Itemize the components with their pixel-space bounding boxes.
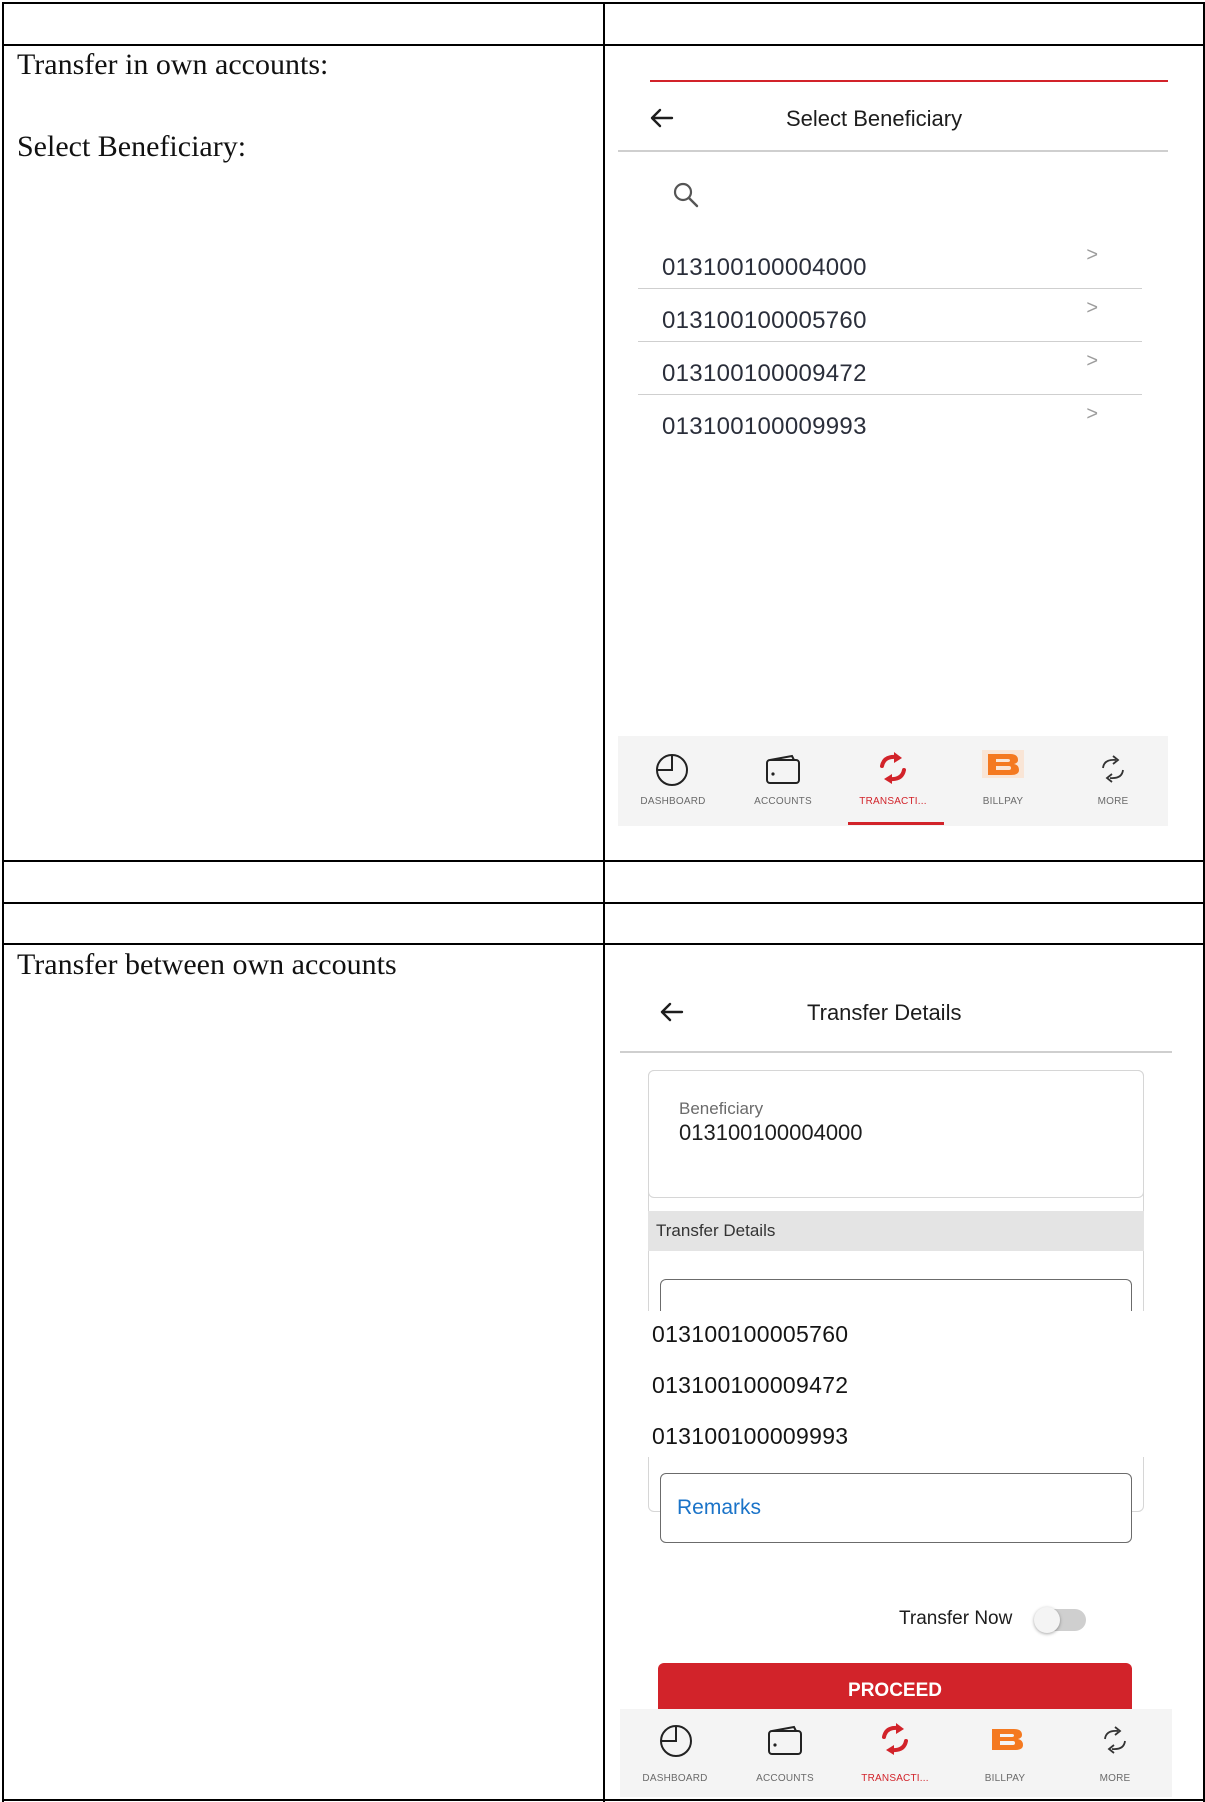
- nav-billpay[interactable]: BILLPAY: [950, 1709, 1060, 1797]
- section-label: Transfer Details: [656, 1221, 776, 1240]
- page-title: Transfer Details: [807, 1000, 962, 1025]
- remarks-field[interactable]: Remarks: [660, 1473, 1132, 1543]
- back-arrow-icon[interactable]: [648, 105, 674, 131]
- more-arrows-icon: [1102, 755, 1124, 783]
- account-number: 013100100009472: [662, 360, 867, 387]
- beneficiary-row[interactable]: 013100100004000 >: [638, 236, 1142, 289]
- billpay-b-logo: [992, 1729, 1023, 1750]
- beneficiary-row[interactable]: 013100100009993 >: [638, 395, 1142, 447]
- nav-label: TRANSACTI...: [861, 1773, 929, 1784]
- transfer-details-screen: Transfer Details Beneficiary 01310010000…: [620, 975, 1172, 1797]
- page-title: Select Beneficiary: [786, 106, 963, 131]
- beneficiary-row[interactable]: 013100100005760 >: [638, 289, 1142, 342]
- remarks-placeholder: Remarks: [677, 1496, 762, 1519]
- nav-label: TRANSACTI...: [859, 796, 927, 807]
- section-heading-between-accounts: Transfer between own accounts: [17, 948, 397, 981]
- account-number: 013100100005760: [662, 307, 867, 334]
- nav-label: MORE: [1097, 796, 1129, 807]
- account-dropdown-list: 013100100005760 013100100009472 01310010…: [640, 1311, 1160, 1457]
- nav-label: ACCOUNTS: [754, 796, 812, 807]
- nav-more[interactable]: MORE: [1058, 736, 1168, 826]
- dashboard-pie-icon: [656, 754, 688, 786]
- nav-billpay[interactable]: BILLPAY: [948, 736, 1058, 826]
- section-heading-own-accounts: Transfer in own accounts:: [17, 48, 329, 81]
- dropdown-option[interactable]: 013100100009472: [652, 1372, 848, 1399]
- transfer-arrows-icon: [880, 752, 906, 784]
- dropdown-option[interactable]: 013100100005760: [652, 1321, 848, 1348]
- transfer-details-section-bar: Transfer Details: [648, 1211, 1144, 1251]
- nav-label: ACCOUNTS: [756, 1773, 814, 1784]
- nav-label: BILLPAY: [982, 796, 1024, 807]
- transfer-arrows-icon: [882, 1723, 908, 1755]
- proceed-label: PROCEED: [848, 1680, 942, 1701]
- nav-dashboard[interactable]: DASHBOARD: [618, 736, 728, 826]
- wallet-icon: [766, 754, 800, 784]
- active-tab-indicator: [848, 822, 944, 825]
- nav-label: MORE: [1099, 1773, 1131, 1784]
- nav-label: DASHBOARD: [640, 796, 706, 807]
- nav-label: BILLPAY: [984, 1773, 1026, 1784]
- beneficiary-row[interactable]: 013100100009472 >: [638, 342, 1142, 395]
- section-subheading-select-beneficiary: Select Beneficiary:: [17, 130, 247, 163]
- select-beneficiary-screen: Select Beneficiary 013100100004000 > 013…: [618, 78, 1168, 828]
- nav-accounts[interactable]: ACCOUNTS: [728, 736, 838, 826]
- toggle-knob: [1034, 1607, 1060, 1633]
- dropdown-option[interactable]: 013100100009993: [652, 1423, 848, 1450]
- account-number: 013100100004000: [662, 254, 867, 281]
- beneficiary-label: Beneficiary: [679, 1099, 764, 1118]
- bottom-navigation: DASHBOARD ACCOUNTS TRANSACTI... BILLPAY …: [620, 1709, 1172, 1797]
- nav-accounts[interactable]: ACCOUNTS: [730, 1709, 840, 1797]
- wallet-icon: [768, 1725, 802, 1755]
- account-number: 013100100009993: [662, 413, 867, 440]
- nav-transactions[interactable]: TRANSACTI...: [840, 1709, 950, 1797]
- search-icon[interactable]: [672, 181, 700, 209]
- more-arrows-icon: [1104, 1726, 1126, 1754]
- nav-label: DASHBOARD: [642, 1773, 708, 1784]
- chevron-right-icon: >: [1086, 403, 1098, 425]
- chevron-right-icon: >: [1086, 244, 1098, 266]
- top-accent-line: [650, 80, 1168, 82]
- nav-more[interactable]: MORE: [1060, 1709, 1170, 1797]
- billpay-b-logo: [982, 750, 1024, 778]
- transfer-now-label: Transfer Now: [899, 1608, 1013, 1629]
- chevron-right-icon: >: [1086, 297, 1098, 319]
- dashboard-pie-icon: [660, 1725, 692, 1757]
- proceed-button[interactable]: PROCEED: [658, 1663, 1132, 1709]
- beneficiary-value: 013100100004000: [679, 1120, 863, 1145]
- nav-dashboard[interactable]: DASHBOARD: [620, 1709, 730, 1797]
- header-divider: [620, 1051, 1172, 1053]
- header-divider: [618, 150, 1168, 152]
- transfer-now-toggle[interactable]: [1034, 1606, 1090, 1634]
- chevron-right-icon: >: [1086, 350, 1098, 372]
- nav-transactions[interactable]: TRANSACTI...: [838, 736, 948, 826]
- back-arrow-icon[interactable]: [658, 999, 684, 1025]
- bottom-navigation: DASHBOARD ACCOUNTS TRANSACTI... BILLPAY …: [618, 736, 1168, 826]
- beneficiary-card: Beneficiary 013100100004000: [648, 1070, 1144, 1198]
